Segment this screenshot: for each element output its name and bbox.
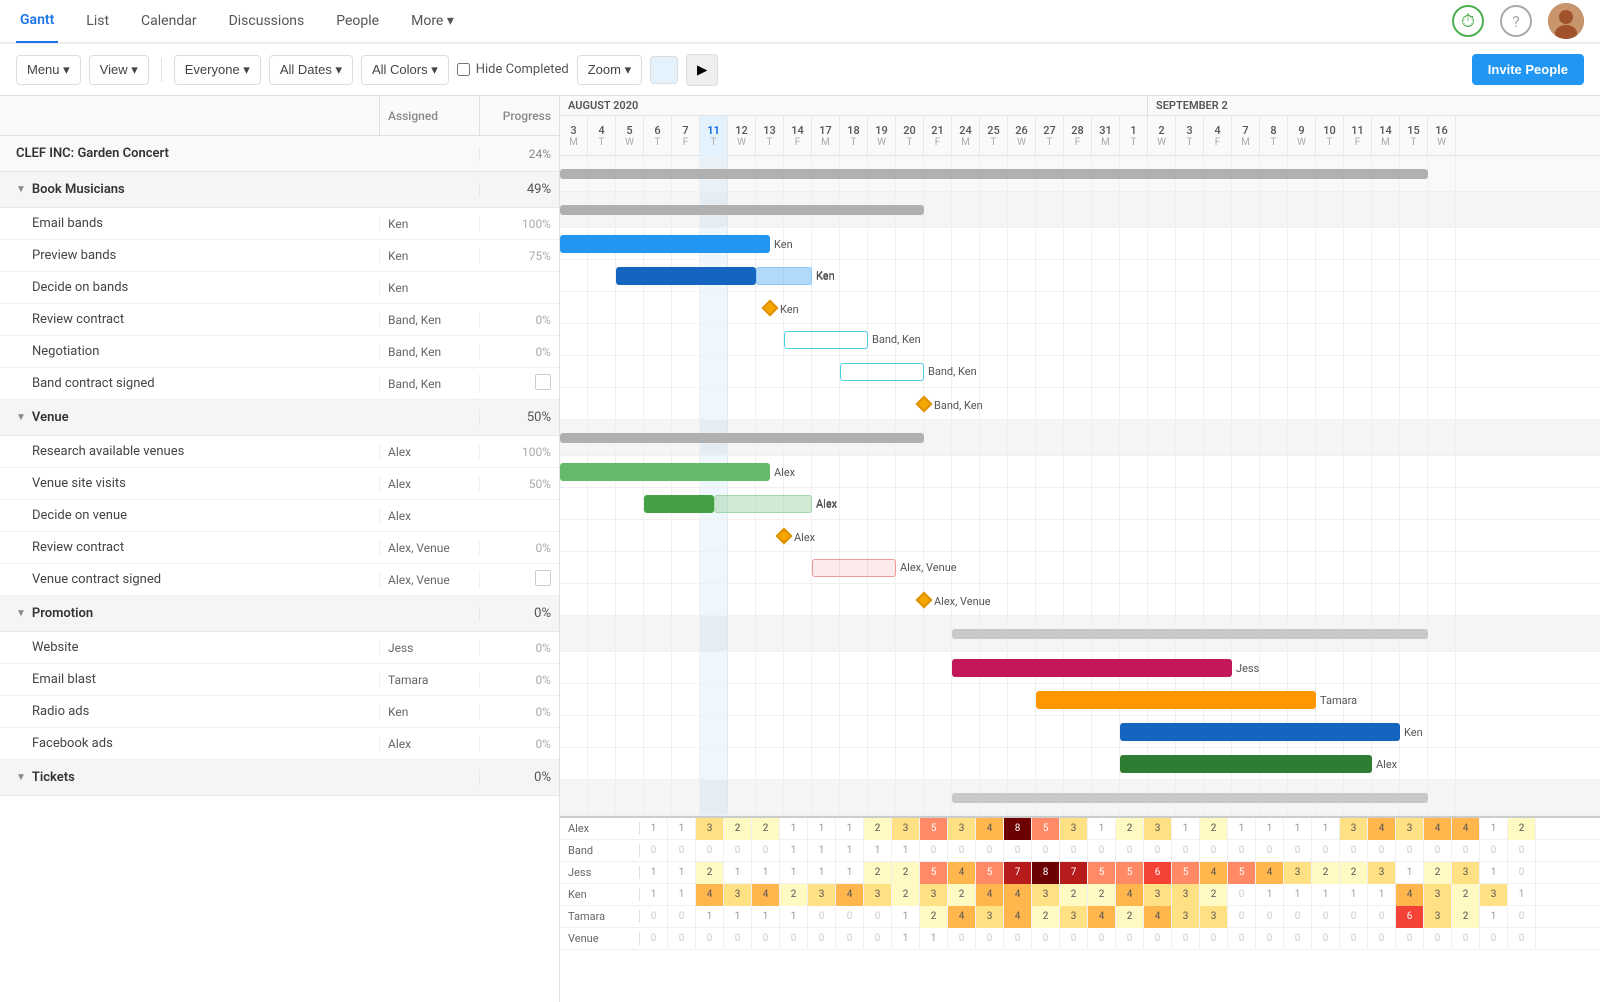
day-row: 3M4T5W6T7F11T12W13T14F17M18T19W20T21F24M… xyxy=(560,116,1600,156)
table-header: Assigned Progress xyxy=(0,96,559,136)
task-negotiation: Negotiation Band, Ken 0% xyxy=(0,336,559,368)
workload-row-band: Band00000111110000000000000000000000 xyxy=(560,840,1600,862)
menu-button[interactable]: Menu ▾ xyxy=(16,55,81,85)
workload-row-jess: Jess11211111225457875565454322312310 xyxy=(560,862,1600,884)
day-cell-30: 15T xyxy=(1400,116,1428,156)
day-cell-29: 14M xyxy=(1372,116,1400,156)
nav-list[interactable]: List xyxy=(82,0,113,43)
group-venue[interactable]: ▼ Venue 50% xyxy=(0,400,559,436)
day-cell-5: 11T xyxy=(700,116,728,156)
day-cell-25: 8T xyxy=(1260,116,1288,156)
day-cell-22: 3T xyxy=(1176,116,1204,156)
col-assigned-header: Assigned xyxy=(379,96,479,135)
day-cell-27: 10T xyxy=(1316,116,1344,156)
nav-gantt[interactable]: Gantt xyxy=(16,0,58,43)
day-cell-9: 17M xyxy=(812,116,840,156)
hide-completed-label[interactable]: Hide Completed xyxy=(457,62,569,77)
month-august: AUGUST 2020 xyxy=(560,96,1148,115)
gantt-body: KenKenKenKenBand, KenBand, KenBand, KenA… xyxy=(560,156,1600,816)
day-cell-1: 4T xyxy=(588,116,616,156)
project-row: CLEF INC: Garden Concert 24% xyxy=(0,136,559,172)
task-email-bands: Email bands Ken 100% xyxy=(0,208,559,240)
day-cell-31: 16W xyxy=(1428,116,1456,156)
day-cell-11: 19W xyxy=(868,116,896,156)
day-cell-0: 3M xyxy=(560,116,588,156)
nav-calendar[interactable]: Calendar xyxy=(137,0,201,43)
day-cell-20: 1T xyxy=(1120,116,1148,156)
top-nav: Gantt List Calendar Discussions People M… xyxy=(0,0,1600,44)
timer-icon[interactable]: ⏱ xyxy=(1452,5,1484,37)
task-decide-venue: Decide on venue Alex xyxy=(0,500,559,532)
gantt-header: AUGUST 2020 SEPTEMBER 2 3M4T5W6T7F11T12W… xyxy=(560,96,1600,156)
task-website: Website Jess 0% xyxy=(0,632,559,664)
nav-more[interactable]: More ▾ xyxy=(407,0,458,43)
left-panel: Assigned Progress CLEF INC: Garden Conce… xyxy=(0,96,560,1002)
day-cell-8: 14F xyxy=(784,116,812,156)
main-content: Assigned Progress CLEF INC: Garden Conce… xyxy=(0,96,1600,1002)
day-cell-18: 28F xyxy=(1064,116,1092,156)
day-cell-3: 6T xyxy=(644,116,672,156)
task-review-contract-venue: Review contract Alex, Venue 0% xyxy=(0,532,559,564)
task-decide-bands: Decide on bands Ken xyxy=(0,272,559,304)
toolbar: Menu ▾ View ▾ Everyone ▾ All Dates ▾ All… xyxy=(0,44,1600,96)
invite-button[interactable]: Invite People xyxy=(1472,54,1584,85)
zoom-indicator xyxy=(650,56,678,84)
day-cell-24: 7M xyxy=(1232,116,1260,156)
group-promotion[interactable]: ▼ Promotion 0% xyxy=(0,596,559,632)
project-progress: 24% xyxy=(479,147,559,161)
day-cell-16: 26W xyxy=(1008,116,1036,156)
day-cell-26: 9W xyxy=(1288,116,1316,156)
day-cell-4: 7F xyxy=(672,116,700,156)
task-research-venues: Research available venues Alex 100% xyxy=(0,436,559,468)
task-preview-bands: Preview bands Ken 75% xyxy=(0,240,559,272)
day-cell-10: 18T xyxy=(840,116,868,156)
day-cell-13: 21F xyxy=(924,116,952,156)
workload-row-venue: Venue00000000011000000000000000000000 xyxy=(560,928,1600,950)
task-review-contract-musicians: Review contract Band, Ken 0% xyxy=(0,304,559,336)
nav-right: ⏱ ? xyxy=(1452,3,1584,39)
task-venue-visits: Venue site visits Alex 50% xyxy=(0,468,559,500)
day-cell-15: 25T xyxy=(980,116,1008,156)
day-cell-14: 24M xyxy=(952,116,980,156)
task-band-contract: Band contract signed Band, Ken xyxy=(0,368,559,400)
gantt-panel[interactable]: AUGUST 2020 SEPTEMBER 2 3M4T5W6T7F11T12W… xyxy=(560,96,1600,1002)
help-icon[interactable]: ? xyxy=(1500,5,1532,37)
task-venue-contract: Venue contract signed Alex, Venue xyxy=(0,564,559,596)
day-cell-28: 11F xyxy=(1344,116,1372,156)
nav-discussions[interactable]: Discussions xyxy=(225,0,309,43)
workload-section: Alex11322111235348531231211113434412Band… xyxy=(560,816,1600,950)
day-cell-19: 31M xyxy=(1092,116,1120,156)
day-cell-21: 2W xyxy=(1148,116,1176,156)
group-book-musicians[interactable]: ▼ Book Musicians 49% xyxy=(0,172,559,208)
everyone-button[interactable]: Everyone ▾ xyxy=(174,55,261,85)
all-colors-button[interactable]: All Colors ▾ xyxy=(361,55,449,85)
col-name-header xyxy=(0,96,379,135)
day-cell-7: 13T xyxy=(756,116,784,156)
col-progress-header: Progress xyxy=(479,96,559,135)
day-cell-6: 12W xyxy=(728,116,756,156)
zoom-button[interactable]: Zoom ▾ xyxy=(577,55,642,85)
workload-row-ken: Ken11434234323244322433201111143231 xyxy=(560,884,1600,906)
export-button[interactable]: ▶ xyxy=(686,54,718,86)
nav-people[interactable]: People xyxy=(332,0,383,43)
task-facebook-ads: Facebook ads Alex 0% xyxy=(0,728,559,760)
workload-row-alex: Alex11322111235348531231211113434412 xyxy=(560,818,1600,840)
avatar[interactable] xyxy=(1548,3,1584,39)
all-dates-button[interactable]: All Dates ▾ xyxy=(269,55,353,85)
table-body: CLEF INC: Garden Concert 24% ▼ Book Musi… xyxy=(0,136,559,1002)
day-cell-12: 20T xyxy=(896,116,924,156)
task-email-blast: Email blast Tamara 0% xyxy=(0,664,559,696)
day-cell-17: 27T xyxy=(1036,116,1064,156)
month-september: SEPTEMBER 2 xyxy=(1148,96,1600,115)
day-cell-23: 4F xyxy=(1204,116,1232,156)
group-tickets[interactable]: ▼ Tickets 0% xyxy=(0,760,559,796)
task-radio-ads: Radio ads Ken 0% xyxy=(0,696,559,728)
hide-completed-checkbox[interactable] xyxy=(457,63,470,76)
project-name: CLEF INC: Garden Concert xyxy=(0,146,379,161)
day-cell-2: 5W xyxy=(616,116,644,156)
view-button[interactable]: View ▾ xyxy=(89,55,149,85)
workload-row-tamara: Tamara00111100012434234243300000063210 xyxy=(560,906,1600,928)
